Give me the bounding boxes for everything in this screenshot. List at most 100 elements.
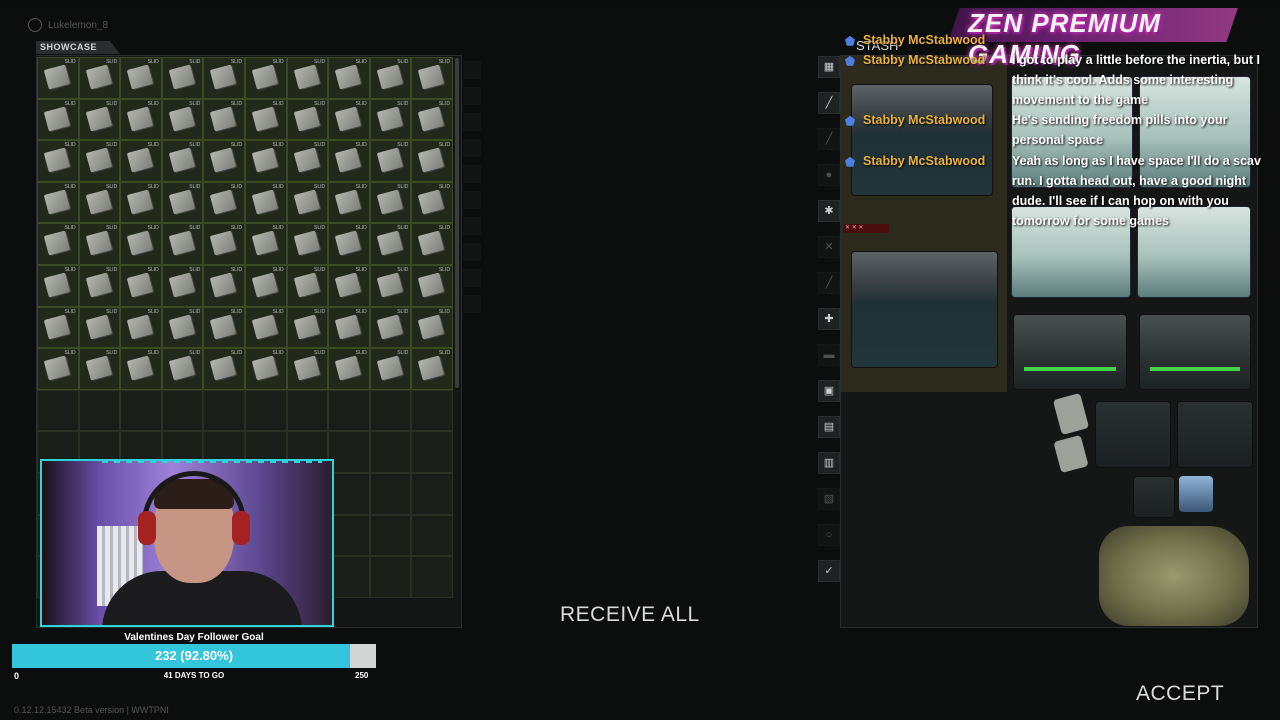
slid-item[interactable]: SLID (328, 264, 370, 307)
backpack-icon[interactable]: ▤ (818, 416, 840, 438)
empty-slot[interactable] (411, 431, 453, 473)
slid-item[interactable]: SLID (369, 264, 412, 307)
slid-item[interactable]: SLID (286, 181, 329, 224)
empty-slot[interactable] (328, 431, 370, 473)
slid-item[interactable]: SLID (161, 306, 204, 349)
medkit-icon[interactable]: ✚ (818, 308, 840, 330)
slid-item[interactable]: SLID (120, 181, 162, 224)
slid-item[interactable]: SLID (286, 98, 329, 141)
slid-item[interactable]: SLID (120, 264, 162, 307)
slid-item[interactable]: SLID (328, 140, 370, 182)
slid-item[interactable]: SLID (78, 98, 121, 141)
empty-slot[interactable] (37, 389, 79, 432)
slid-item[interactable]: SLID (369, 348, 412, 390)
slid-item[interactable]: SLID (411, 98, 453, 141)
slid-item[interactable]: SLID (120, 348, 162, 390)
weapon-case-item[interactable] (1139, 314, 1251, 390)
slid-item[interactable]: SLID (328, 181, 370, 224)
barrier-icon[interactable]: ▬ (818, 344, 840, 366)
empty-slot[interactable] (328, 514, 370, 557)
slid-item[interactable]: SLID (78, 140, 121, 182)
slid-item[interactable]: SLID (203, 98, 245, 141)
grid-icon[interactable] (463, 61, 481, 79)
empty-slot[interactable] (244, 389, 287, 432)
empty-slot[interactable] (411, 472, 453, 515)
empty-slot[interactable] (369, 556, 412, 598)
crossed-icon[interactable] (463, 165, 481, 183)
rifle-icon[interactable]: ╱ (818, 92, 840, 114)
empty-slot[interactable] (203, 389, 245, 432)
slid-item[interactable]: SLID (203, 306, 245, 349)
slid-item[interactable]: SLID (78, 57, 121, 99)
slid-item[interactable]: SLID (161, 57, 204, 99)
weapon-part-item[interactable] (1133, 476, 1175, 518)
empty-slot[interactable] (369, 514, 412, 557)
ammo-box-item[interactable] (1095, 401, 1171, 468)
slid-item[interactable]: SLID (328, 306, 370, 349)
showcase-scrollbar[interactable] (455, 58, 459, 388)
receive-all-button[interactable]: RECEIVE ALL (560, 603, 700, 627)
slid-item[interactable]: SLID (244, 140, 287, 182)
slid-item[interactable]: SLID (411, 140, 453, 182)
empty-slot[interactable] (286, 389, 329, 432)
slid-item[interactable]: SLID (120, 223, 162, 265)
jar-item[interactable] (1179, 476, 1213, 512)
wrench-icon[interactable]: ▧ (818, 488, 840, 510)
slid-item[interactable]: SLID (120, 57, 162, 99)
ammo-case-item[interactable] (851, 251, 998, 368)
slid-item[interactable]: SLID (161, 140, 204, 182)
slid-item[interactable]: SLID (203, 264, 245, 307)
weapon-case-item[interactable] (1013, 314, 1127, 390)
empty-slot[interactable] (328, 472, 370, 515)
empty-slot[interactable] (411, 556, 453, 598)
slid-item[interactable]: SLID (37, 348, 79, 390)
slid-item[interactable]: SLID (37, 264, 79, 307)
slid-item[interactable]: SLID (203, 140, 245, 182)
slid-item[interactable]: SLID (369, 140, 412, 182)
knife-icon[interactable]: ╱ (818, 128, 840, 150)
slid-item[interactable]: SLID (203, 348, 245, 390)
slid-item[interactable]: SLID (369, 306, 412, 349)
slid-item[interactable]: SLID (203, 223, 245, 265)
grenade-icon[interactable]: ● (818, 164, 840, 186)
filter-icon[interactable] (463, 269, 481, 287)
slid-item[interactable]: SLID (286, 348, 329, 390)
barrier-icon[interactable] (463, 217, 481, 235)
slid-item[interactable]: SLID (286, 223, 329, 265)
empty-slot[interactable] (369, 389, 412, 432)
slid-item[interactable]: SLID (244, 181, 287, 224)
crossed-icon[interactable]: ✕ (818, 236, 840, 258)
slid-item[interactable]: SLID (369, 223, 412, 265)
slid-item[interactable]: SLID (286, 264, 329, 307)
empty-slot[interactable] (411, 389, 453, 432)
empty-slot[interactable] (369, 431, 412, 473)
empty-slot[interactable] (411, 514, 453, 557)
slid-item[interactable]: SLID (78, 348, 121, 390)
slid-item[interactable]: SLID (328, 57, 370, 99)
slid-item[interactable]: SLID (411, 181, 453, 224)
checkmark-icon[interactable] (463, 295, 481, 313)
empty-slot[interactable] (161, 389, 204, 432)
slid-item[interactable]: SLID (244, 223, 287, 265)
gear-icon[interactable]: ✱ (818, 200, 840, 222)
empty-slot[interactable] (369, 472, 412, 515)
slid-item[interactable]: SLID (286, 57, 329, 99)
document-item[interactable] (1052, 392, 1090, 436)
slid-item[interactable]: SLID (411, 223, 453, 265)
document-icon[interactable]: ▥ (818, 452, 840, 474)
slid-item[interactable]: SLID (203, 181, 245, 224)
slid-item[interactable]: SLID (244, 306, 287, 349)
slid-item[interactable]: SLID (120, 306, 162, 349)
empty-slot[interactable] (328, 556, 370, 598)
slid-item[interactable]: SLID (244, 264, 287, 307)
ammo-case-item[interactable] (851, 84, 993, 196)
slid-item[interactable]: SLID (78, 264, 121, 307)
empty-slot[interactable] (120, 389, 162, 432)
backpack-icon[interactable] (463, 243, 481, 261)
slid-item[interactable]: SLID (37, 223, 79, 265)
slid-item[interactable]: SLID (328, 348, 370, 390)
slid-item[interactable]: SLID (369, 98, 412, 141)
checkmark-icon[interactable]: ✓ (818, 560, 840, 582)
grid-icon[interactable]: ▦ (818, 56, 840, 78)
slid-item[interactable]: SLID (161, 264, 204, 307)
